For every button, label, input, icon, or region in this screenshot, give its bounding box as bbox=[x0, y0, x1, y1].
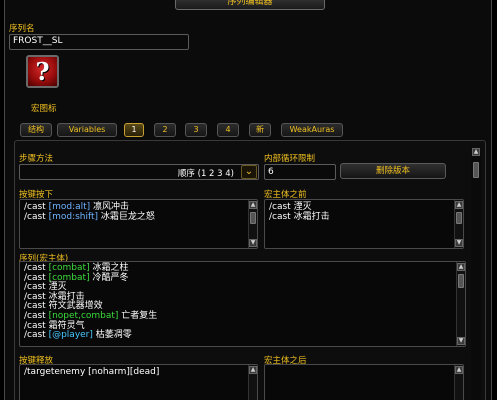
scroll-up-icon[interactable]: ▲ bbox=[455, 201, 463, 209]
code-line: /cast 湮灭 bbox=[20, 282, 465, 293]
code-token: 符文武器增效 bbox=[48, 301, 103, 312]
code-line: /cast 冰霜打击 bbox=[265, 211, 463, 223]
code-token: [combat] bbox=[48, 263, 90, 273]
scroll-thumb[interactable] bbox=[458, 274, 464, 288]
code-token: 冰霜之柱 bbox=[89, 263, 129, 273]
pre-macro-scrollbar[interactable]: ▲ ▼ bbox=[454, 200, 463, 248]
sequence-editor[interactable]: /cast [combat] 冰霜之柱/cast [combat] 冷酷严冬/c… bbox=[19, 261, 466, 347]
pre-macro-editor[interactable]: /cast 湮灭/cast 冰霜打击 ▲ ▼ bbox=[264, 199, 464, 249]
code-token: 湮灭 bbox=[48, 282, 67, 293]
code-token: [noharm][dead] bbox=[88, 367, 160, 377]
scroll-down-icon[interactable]: ▼ bbox=[457, 337, 465, 345]
code-token: 冰霜巨龙之怒 bbox=[98, 211, 155, 222]
code-token: 冷酷严冬 bbox=[89, 272, 129, 283]
window-title: 序列编辑器 bbox=[175, 0, 325, 10]
code-line: /targetenemy [noharm][dead] bbox=[20, 367, 257, 378]
code-token: [mod:alt] bbox=[48, 202, 91, 212]
code-line: /cast [@player] 枯萎凋零 bbox=[20, 330, 465, 341]
tab-new[interactable]: 新 bbox=[249, 123, 271, 137]
code-token: /cast bbox=[24, 282, 49, 293]
macro-icon-button[interactable]: ? bbox=[26, 55, 59, 88]
code-token: [mod:shift] bbox=[48, 211, 99, 222]
sequence-code: /cast [combat] 冰霜之柱/cast [combat] 冷酷严冬/c… bbox=[20, 262, 465, 341]
step-method-label: 步骤方法 bbox=[19, 154, 54, 164]
post-macro-editor[interactable]: ▲ bbox=[264, 364, 464, 400]
sequence-scrollbar[interactable]: ▲ ▼ bbox=[456, 262, 465, 346]
tab-variables[interactable]: Variables bbox=[57, 123, 117, 137]
scroll-down-icon[interactable]: ▼ bbox=[455, 239, 463, 247]
keyrelease-code: /targetenemy [noharm][dead] bbox=[20, 365, 257, 378]
sequence-name-value: FROST__SL bbox=[13, 36, 63, 46]
scroll-up-icon[interactable]: ▲ bbox=[249, 366, 257, 374]
tab-weakauras[interactable]: WeakAuras bbox=[281, 123, 343, 137]
tab-version-1[interactable]: 1 bbox=[124, 123, 144, 137]
code-token: /cast bbox=[24, 301, 49, 312]
code-token: /cast bbox=[24, 310, 49, 321]
code-token: 凛风冲击 bbox=[90, 202, 130, 212]
inner-loop-label: 内部循环限制 bbox=[264, 154, 316, 164]
delete-version-button[interactable]: 删除版本 bbox=[340, 163, 446, 179]
pre-macro-code: /cast 湮灭/cast 冰霜打击 bbox=[265, 200, 463, 222]
inner-loop-input[interactable]: 6 bbox=[264, 164, 336, 180]
panel-scrollbar[interactable]: ▲ bbox=[471, 148, 481, 400]
code-token: [nopet,combat] bbox=[48, 310, 119, 321]
tab-version-3[interactable]: 3 bbox=[185, 123, 207, 137]
scroll-up-icon[interactable]: ▲ bbox=[455, 366, 463, 374]
scroll-down-icon[interactable]: ▼ bbox=[249, 239, 257, 247]
code-token: 湮灭 bbox=[293, 202, 312, 212]
code-token: 枯萎凋零 bbox=[92, 330, 132, 341]
step-method-dropdown[interactable]: 顺序 (1 2 3 4) ⌄ bbox=[19, 164, 259, 180]
code-token: /cast bbox=[24, 263, 49, 273]
tab-version-2[interactable]: 2 bbox=[154, 123, 176, 137]
question-mark-icon: ? bbox=[28, 57, 57, 86]
code-line: /cast [combat] 冷酷严冬 bbox=[20, 272, 465, 284]
code-token: /targetenemy bbox=[24, 367, 89, 377]
post-macro-scrollbar[interactable]: ▲ bbox=[454, 365, 463, 400]
scroll-thumb[interactable] bbox=[473, 162, 479, 178]
step-method-value: 顺序 (1 2 3 4) bbox=[177, 169, 234, 179]
code-token: /cast bbox=[24, 330, 49, 341]
scroll-thumb[interactable] bbox=[456, 212, 462, 224]
keypress-scrollbar[interactable]: ▲ ▼ bbox=[248, 200, 257, 248]
keypress-editor[interactable]: /cast [mod:alt] 凛风冲击/cast [mod:shift] 冰霜… bbox=[19, 199, 258, 249]
chevron-down-icon[interactable]: ⌄ bbox=[241, 165, 257, 179]
scroll-thumb[interactable] bbox=[250, 212, 256, 224]
keyrelease-scrollbar[interactable]: ▲ bbox=[248, 365, 257, 400]
code-token: 亡者复生 bbox=[118, 310, 158, 321]
tab-structure[interactable]: 结构 bbox=[20, 123, 52, 137]
code-token: /cast bbox=[24, 202, 49, 212]
sequence-name-label: 序列名 bbox=[9, 24, 35, 34]
keyrelease-editor[interactable]: /targetenemy [noharm][dead] ▲ bbox=[19, 364, 258, 400]
code-token: [@player] bbox=[48, 330, 93, 341]
sequence-name-input[interactable]: FROST__SL bbox=[9, 34, 189, 50]
inner-loop-value: 6 bbox=[268, 167, 274, 177]
code-token: /cast bbox=[24, 211, 49, 222]
scroll-up-icon[interactable]: ▲ bbox=[249, 201, 257, 209]
scroll-up-icon[interactable]: ▲ bbox=[472, 148, 480, 156]
tab-version-4[interactable]: 4 bbox=[217, 123, 239, 137]
code-line: /cast [nopet,combat] 亡者复生 bbox=[20, 310, 465, 322]
macro-icon-label: 宏图标 bbox=[31, 104, 57, 114]
code-token: 冰霜打击 bbox=[293, 211, 330, 222]
code-token: /cast bbox=[269, 211, 294, 222]
code-line: /cast [mod:shift] 冰霜巨龙之怒 bbox=[20, 211, 257, 223]
code-token: /cast bbox=[269, 202, 294, 212]
keypress-code: /cast [mod:alt] 凛风冲击/cast [mod:shift] 冰霜… bbox=[20, 200, 257, 222]
scroll-up-icon[interactable]: ▲ bbox=[457, 263, 465, 271]
